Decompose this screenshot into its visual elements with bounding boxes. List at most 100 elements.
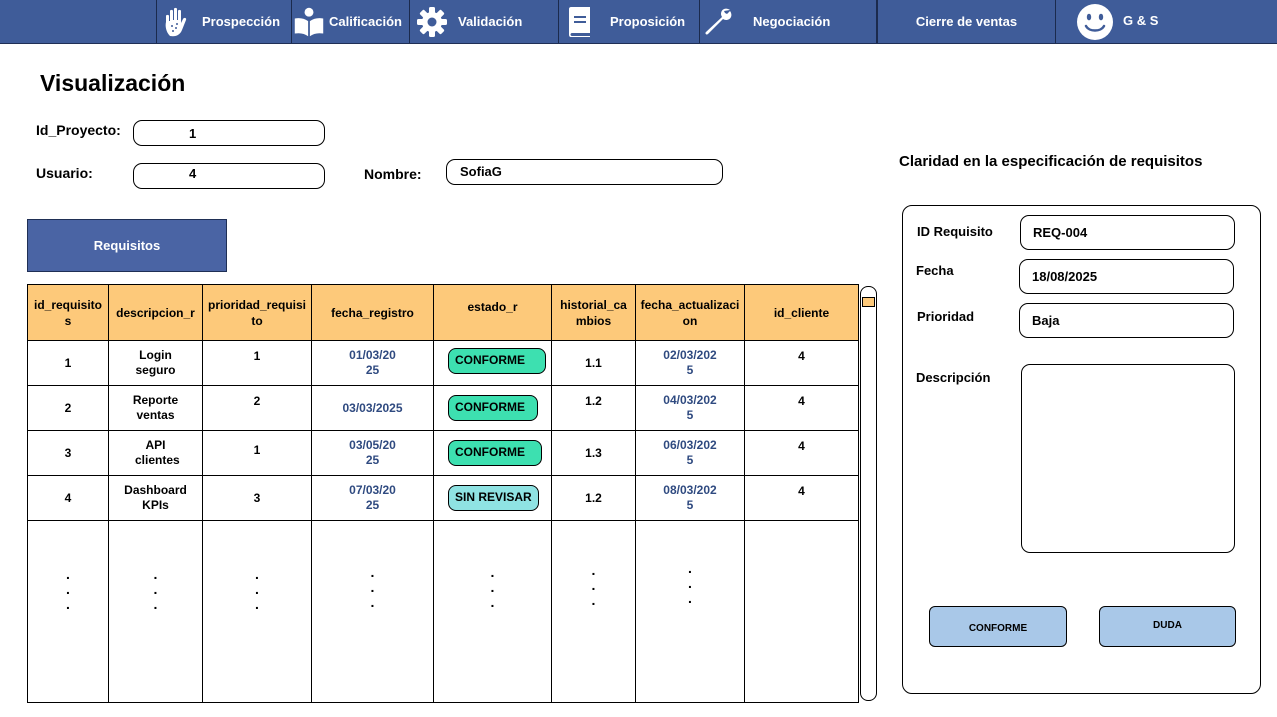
column-header-fecha-actualizacion[interactable]: fecha_actualizacion <box>635 284 745 341</box>
table-header-row: id_requisitos descripcion_r prioridad_re… <box>27 284 859 341</box>
cell-historial: 1.2 <box>551 475 636 521</box>
id-proyecto-value: 1 <box>189 125 197 141</box>
cell-id-cliente: 4 <box>744 340 859 386</box>
page-title: Visualización <box>40 70 186 96</box>
cell-id: 3 <box>27 430 109 476</box>
cell-id-cliente: 4 <box>744 475 859 521</box>
cell-continuation: . . . <box>27 520 109 703</box>
table-row[interactable]: 4 Dashboard KPIs 3 07/03/2025 SIN REVISA… <box>27 475 859 521</box>
nav-item-prospeccion[interactable]: Prospección <box>157 0 292 43</box>
nombre-label: Nombre: <box>364 166 422 182</box>
cell-continuation: . . . <box>311 520 434 703</box>
cell-fecha-actualizacion: 08/03/2025 <box>635 475 745 521</box>
cell-id-cliente: 4 <box>744 385 859 431</box>
descripcion-label: Descripción <box>916 370 991 385</box>
cell-fecha-registro: 03/03/2025 <box>311 385 434 431</box>
duda-button-label: DUDA <box>1153 620 1182 631</box>
status-badge[interactable]: CONFORME <box>448 348 546 374</box>
usuario-value: 4 <box>189 166 197 181</box>
nav-label: Negociación <box>753 14 831 29</box>
duda-button[interactable]: DUDA <box>1099 606 1236 647</box>
cell-prioridad: 2 <box>202 385 312 431</box>
cell-fecha-actualizacion: 02/03/2025 <box>635 340 745 386</box>
fecha-label: Fecha <box>916 263 954 278</box>
nombre-field[interactable]: SofiaG <box>446 159 723 185</box>
nav-item-proposicion[interactable]: Proposición <box>559 0 700 43</box>
cell-fecha-actualizacion: 06/03/2025 <box>635 430 745 476</box>
top-navigation: Prospección Calificación Validación Prop… <box>0 0 1277 44</box>
cell-historial: 1.2 <box>551 385 636 431</box>
column-header-id-requisitos[interactable]: id_requisitos <box>27 284 109 341</box>
conforme-button[interactable]: CONFORME <box>929 606 1067 647</box>
document-icon <box>564 6 596 38</box>
id-proyecto-label: Id_Proyecto: <box>36 122 121 138</box>
requisitos-tab-label: Requisitos <box>93 238 161 253</box>
cell-estado: CONFORME <box>433 385 552 431</box>
cell-descripcion: Dashboard KPIs <box>108 475 203 521</box>
prioridad-field[interactable]: Baja <box>1019 303 1234 338</box>
table-row[interactable]: 3 API clientes 1 03/05/2025 CONFORME 1.3… <box>27 430 859 476</box>
status-badge[interactable]: CONFORME <box>448 395 538 421</box>
nav-label: Cierre de ventas <box>915 14 1018 29</box>
cell-fecha-registro: 03/05/2025 <box>311 430 434 476</box>
id-proyecto-field[interactable]: 1 <box>133 120 325 146</box>
reader-icon <box>293 6 325 38</box>
nav-item-negociacion[interactable]: Negociación <box>700 0 877 43</box>
panel-title: Claridad en la especificación de requisi… <box>899 153 1203 170</box>
column-header-prioridad-requisito[interactable]: prioridad_requisito <box>202 284 312 341</box>
requisitos-tab[interactable]: Requisitos <box>27 219 227 272</box>
fecha-value: 18/08/2025 <box>1032 269 1098 284</box>
wrench-icon <box>702 6 734 38</box>
scrollbar-thumb[interactable] <box>862 297 875 307</box>
cell-fecha-registro: 01/03/2025 <box>311 340 434 386</box>
column-header-descripcion-r[interactable]: descripcion_r <box>108 284 203 341</box>
status-badge[interactable]: CONFORME <box>448 440 542 466</box>
nav-label: Validación <box>458 14 523 29</box>
cell-id: 4 <box>27 475 109 521</box>
cell-id-cliente: 4 <box>744 430 859 476</box>
table-scrollbar[interactable] <box>860 286 877 701</box>
cell-prioridad: 1 <box>202 430 312 476</box>
nav-label: Prospección <box>202 14 281 29</box>
smiley-icon <box>1076 3 1114 41</box>
cell-descripcion: Login seguro <box>108 340 203 386</box>
id-requisito-field[interactable]: REQ-004 <box>1020 215 1235 250</box>
hand-icon <box>162 6 194 38</box>
cell-estado: CONFORME <box>433 430 552 476</box>
cell-descripcion: Reporte ventas <box>108 385 203 431</box>
requisito-detail-panel: ID Requisito REQ-004 Fecha 18/08/2025 Pr… <box>902 205 1261 694</box>
nav-item-validacion[interactable]: Validación <box>410 0 559 43</box>
nav-label: Calificación <box>329 14 402 29</box>
prioridad-value: Baja <box>1032 313 1060 328</box>
id-requisito-label: ID Requisito <box>917 224 993 239</box>
gear-icon <box>416 6 448 38</box>
cell-fecha-actualizacion: 04/03/2025 <box>635 385 745 431</box>
conforme-button-label: CONFORME <box>968 623 1028 634</box>
user-menu[interactable]: G & S <box>1056 0 1277 43</box>
table-row[interactable]: 2 Reporte ventas 2 03/03/2025 CONFORME 1… <box>27 385 859 431</box>
fecha-field[interactable]: 18/08/2025 <box>1019 259 1234 294</box>
nav-item-cierre-de-ventas[interactable]: Cierre de ventas <box>877 0 1056 43</box>
usuario-field[interactable]: 4 <box>133 163 325 189</box>
prioridad-label: Prioridad <box>917 309 975 324</box>
cell-continuation: . . . <box>108 520 203 703</box>
cell-continuation: . . . <box>551 520 636 703</box>
cell-prioridad: 3 <box>202 475 312 521</box>
column-header-id-cliente[interactable]: id_cliente <box>744 284 859 341</box>
column-header-estado-r[interactable]: estado_r <box>433 284 552 341</box>
cell-continuation: . . . <box>433 520 552 703</box>
cell-id: 2 <box>27 385 109 431</box>
table-row[interactable]: 1 Login seguro 1 01/03/2025 CONFORME 1.1… <box>27 340 859 386</box>
column-header-historial-cambios[interactable]: historial_cambios <box>551 284 636 341</box>
descripcion-textarea[interactable] <box>1021 364 1235 553</box>
cell-historial: 1.1 <box>551 340 636 386</box>
cell-estado: CONFORME <box>433 340 552 386</box>
table-row-continuation: . . . . . . . . . . . . . . . . . . . . … <box>27 520 859 703</box>
status-badge[interactable]: SIN REVISAR <box>448 485 539 511</box>
cell-prioridad: 1 <box>202 340 312 386</box>
requisitos-table: id_requisitos descripcion_r prioridad_re… <box>27 284 859 703</box>
nav-item-calificacion[interactable]: Calificación <box>292 0 410 43</box>
usuario-label: Usuario: <box>36 165 93 181</box>
column-header-fecha-registro[interactable]: fecha_registro <box>311 284 434 341</box>
cell-descripcion: API clientes <box>108 430 203 476</box>
